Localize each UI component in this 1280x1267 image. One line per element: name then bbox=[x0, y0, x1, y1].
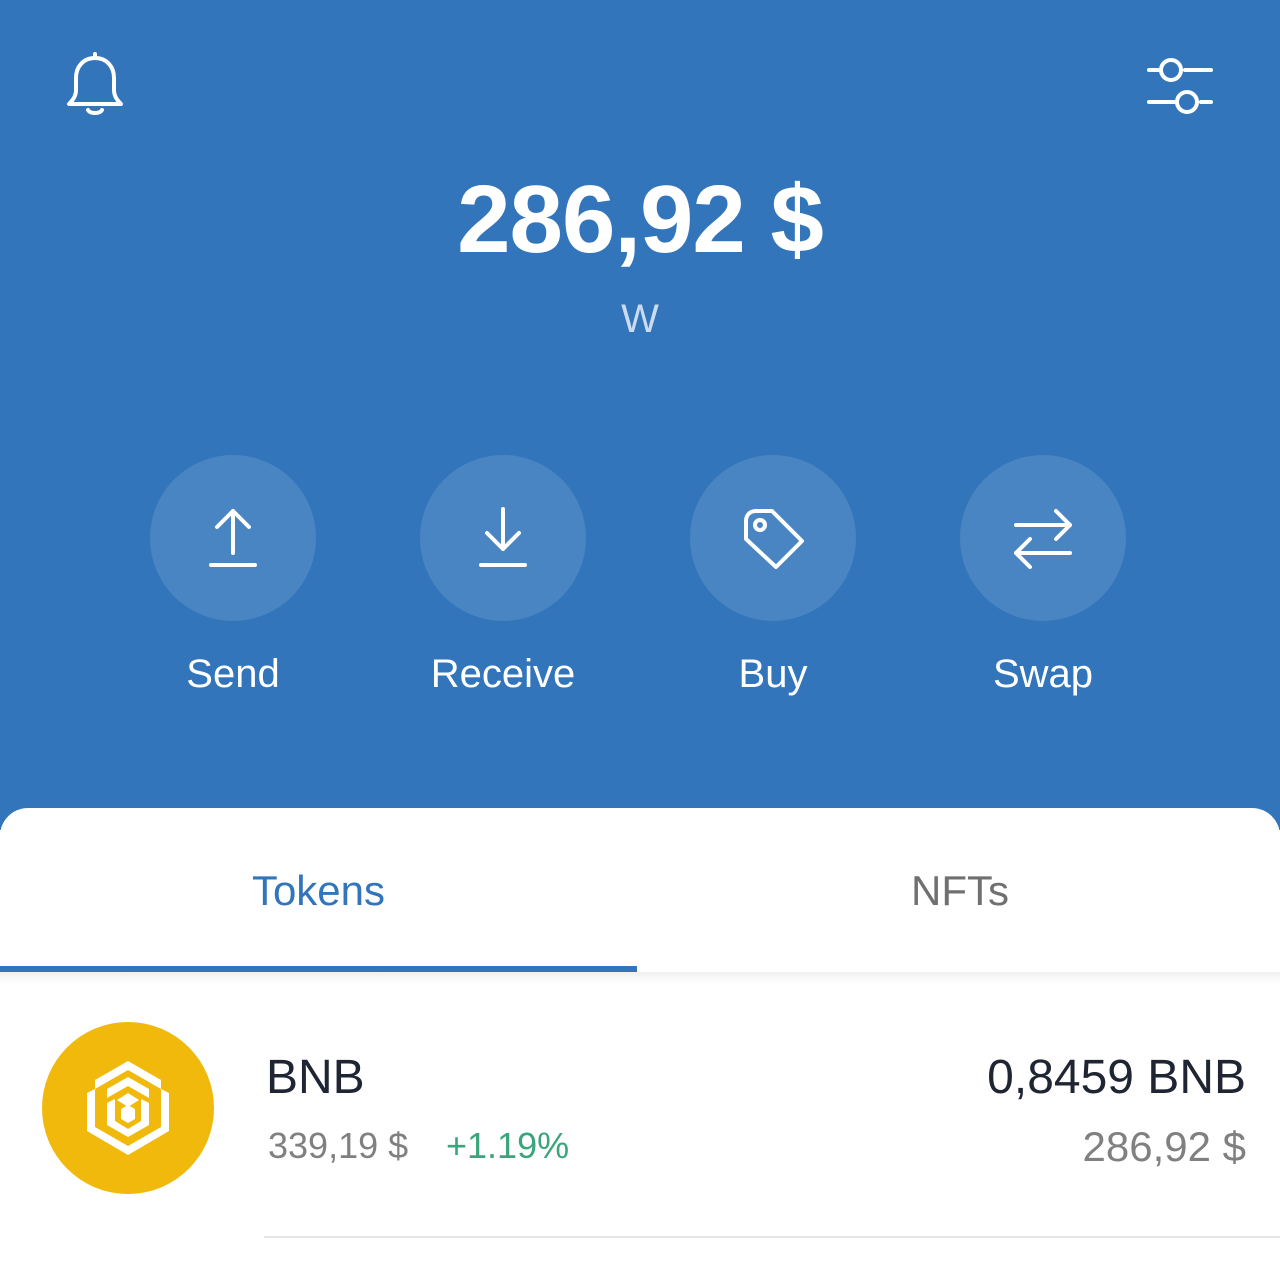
swap-arrows-icon bbox=[1014, 509, 1072, 569]
tag-icon bbox=[744, 509, 804, 569]
row-divider bbox=[264, 1236, 1280, 1238]
swap-button[interactable]: Swap bbox=[923, 455, 1163, 705]
buy-circle[interactable] bbox=[690, 455, 856, 621]
tab-tokens[interactable]: Tokens bbox=[0, 808, 637, 974]
notifications-bell-icon[interactable] bbox=[58, 48, 132, 122]
send-label: Send bbox=[186, 652, 280, 696]
receive-label: Receive bbox=[430, 652, 576, 696]
wallet-header: 286,92 $ W Send Receive Buy Swap bbox=[0, 0, 1280, 830]
buy-button[interactable]: Buy bbox=[653, 455, 893, 705]
swap-label: Swap bbox=[992, 652, 1094, 696]
token-row-bnb[interactable]: BNB 339,19 $ +1.19% 0,8459 BNB 286,92 $ bbox=[0, 1018, 1280, 1238]
arrow-down-icon bbox=[479, 507, 527, 567]
token-amount: 0,8459 BNB bbox=[987, 1051, 1246, 1104]
tabs-divider bbox=[0, 972, 1280, 984]
tab-nfts[interactable]: NFTs bbox=[640, 808, 1280, 974]
token-price: 339,19 $ bbox=[268, 1125, 409, 1166]
asset-tabs: Tokens NFTs bbox=[0, 808, 1280, 984]
send-button[interactable]: Send bbox=[113, 455, 353, 705]
assets-panel: Tokens NFTs BNB 339,19 $ +1.19% 0,8459 B… bbox=[0, 808, 1280, 1267]
wallet-name[interactable]: W bbox=[0, 296, 1280, 342]
buy-label: Buy bbox=[738, 652, 808, 696]
receive-button[interactable]: Receive bbox=[383, 455, 623, 705]
receive-circle[interactable] bbox=[420, 455, 586, 621]
send-circle[interactable] bbox=[150, 455, 316, 621]
token-symbol: BNB bbox=[266, 1051, 365, 1104]
swap-circle[interactable] bbox=[960, 455, 1126, 621]
token-change: +1.19% bbox=[446, 1125, 570, 1166]
arrow-up-icon bbox=[209, 509, 257, 567]
settings-sliders-icon[interactable] bbox=[1140, 50, 1220, 120]
token-value: 286,92 $ bbox=[1082, 1123, 1247, 1170]
bnb-logo-icon bbox=[42, 1022, 214, 1194]
total-balance: 286,92 $ bbox=[457, 166, 824, 273]
